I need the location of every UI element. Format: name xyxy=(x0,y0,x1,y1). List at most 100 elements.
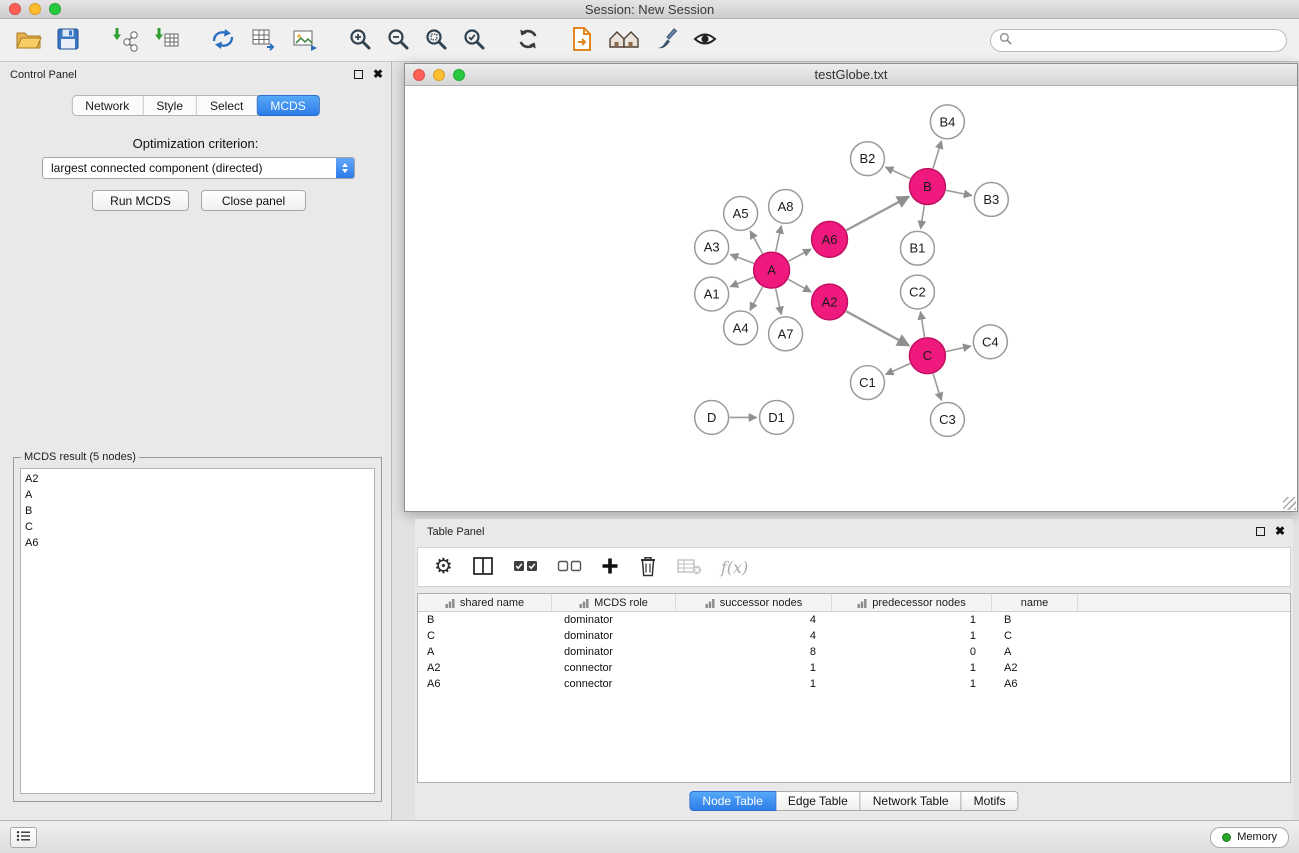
network-zoom-button[interactable] xyxy=(453,69,465,81)
network-node-A6[interactable]: A6 xyxy=(812,221,848,257)
network-edge-A-A5[interactable] xyxy=(750,231,762,254)
close-panel-icon[interactable]: ✖ xyxy=(373,69,383,79)
tab-node-table[interactable]: Node Table xyxy=(689,791,776,811)
table-cell[interactable]: A2 xyxy=(992,662,1078,674)
tab-select[interactable]: Select xyxy=(197,96,257,115)
memory-button[interactable]: Memory xyxy=(1210,827,1289,848)
table-cell[interactable]: A xyxy=(418,646,552,658)
zoom-selected-button[interactable] xyxy=(459,26,489,55)
network-node-C3[interactable]: C3 xyxy=(930,403,964,437)
task-history-button[interactable] xyxy=(10,827,37,848)
float-panel-icon[interactable] xyxy=(354,70,363,79)
network-node-B[interactable]: B xyxy=(909,169,945,205)
optimization-criterion-select[interactable]: largest connected component (directed) xyxy=(42,157,355,179)
table-row[interactable]: Adominator80A xyxy=(418,644,1290,660)
table-cell[interactable]: B xyxy=(418,614,552,626)
network-node-A7[interactable]: A7 xyxy=(769,317,803,351)
network-node-B3[interactable]: B3 xyxy=(974,183,1008,217)
table-row[interactable]: A2connector11A2 xyxy=(418,660,1290,676)
network-edge-A6-B[interactable] xyxy=(846,196,909,230)
table-cell[interactable]: 4 xyxy=(676,614,832,626)
table-cell[interactable]: 1 xyxy=(832,630,992,642)
close-window-button[interactable] xyxy=(9,3,21,15)
network-close-button[interactable] xyxy=(413,69,425,81)
network-edge-A-A4[interactable] xyxy=(750,287,763,310)
column-chooser-button[interactable] xyxy=(472,556,494,579)
network-node-A8[interactable]: A8 xyxy=(769,190,803,224)
column-header-shared-name[interactable]: shared name xyxy=(418,594,552,611)
table-cell[interactable]: B xyxy=(992,614,1078,626)
import-table-button[interactable] xyxy=(149,25,183,56)
function-builder-button[interactable]: f(x) xyxy=(721,558,748,577)
table-cell[interactable]: C xyxy=(418,630,552,642)
network-edge-A-A3[interactable] xyxy=(730,254,754,263)
table-cell[interactable]: A6 xyxy=(418,678,552,690)
network-edge-B-B4[interactable] xyxy=(933,141,941,169)
column-header-successor-nodes[interactable]: successor nodes xyxy=(676,594,832,611)
network-edge-A-A6[interactable] xyxy=(788,249,811,261)
network-node-C4[interactable]: C4 xyxy=(973,325,1007,359)
refresh-button[interactable] xyxy=(513,26,543,55)
network-node-C2[interactable]: C2 xyxy=(900,275,934,309)
tab-mcds[interactable]: MCDS xyxy=(256,95,319,116)
zoom-fit-button[interactable] xyxy=(421,26,451,55)
network-node-B2[interactable]: B2 xyxy=(851,142,885,176)
network-edge-B-B1[interactable] xyxy=(921,205,925,228)
export-table-button[interactable] xyxy=(247,26,280,55)
mcds-result-item[interactable]: C xyxy=(25,519,370,535)
table-cell[interactable]: connector xyxy=(552,678,676,690)
minimize-window-button[interactable] xyxy=(29,3,41,15)
table-cell[interactable]: 1 xyxy=(676,678,832,690)
table-cell[interactable]: 1 xyxy=(832,614,992,626)
tab-motifs[interactable]: Motifs xyxy=(962,791,1019,811)
search-input[interactable] xyxy=(1017,33,1278,47)
network-node-D[interactable]: D xyxy=(695,401,729,435)
style-brush-button[interactable] xyxy=(651,26,681,55)
delete-table-button[interactable] xyxy=(677,557,702,578)
table-cell[interactable]: 8 xyxy=(676,646,832,658)
tab-edge-table[interactable]: Edge Table xyxy=(776,791,861,811)
network-edge-A-A1[interactable] xyxy=(730,277,754,286)
network-edge-C-C1[interactable] xyxy=(886,363,910,374)
network-edge-B-B2[interactable] xyxy=(886,167,911,178)
create-column-button[interactable] xyxy=(601,557,619,578)
network-node-C1[interactable]: C1 xyxy=(851,366,885,400)
network-node-A2[interactable]: A2 xyxy=(812,284,848,320)
select-all-button[interactable] xyxy=(513,559,538,576)
table-cell[interactable]: 0 xyxy=(832,646,992,658)
network-node-A[interactable]: A xyxy=(754,252,790,288)
zoom-in-button[interactable] xyxy=(345,26,375,55)
close-panel-button[interactable]: Close panel xyxy=(201,190,306,211)
delete-column-button[interactable] xyxy=(638,555,658,580)
import-network-button[interactable] xyxy=(107,25,141,56)
run-mcds-button[interactable]: Run MCDS xyxy=(92,190,189,211)
table-cell[interactable]: A2 xyxy=(418,662,552,674)
network-edge-A-A8[interactable] xyxy=(776,226,782,252)
network-edge-B-B3[interactable] xyxy=(946,190,972,195)
network-edge-A-A2[interactable] xyxy=(788,279,811,292)
network-canvas[interactable]: B4B2BB3A5A8A6A3B1AC2A1A2A4A7C4CC1DD1C3 xyxy=(405,87,1297,511)
table-cell[interactable]: 1 xyxy=(832,678,992,690)
table-cell[interactable]: dominator xyxy=(552,630,676,642)
network-edge-C-C3[interactable] xyxy=(933,374,941,401)
column-header-mcds-role[interactable]: MCDS role xyxy=(552,594,676,611)
table-cell[interactable]: A xyxy=(992,646,1078,658)
table-row[interactable]: Bdominator41B xyxy=(418,612,1290,628)
column-header-name[interactable]: name xyxy=(992,594,1078,611)
table-float-panel-icon[interactable] xyxy=(1256,527,1265,536)
mcds-result-item[interactable]: A xyxy=(25,487,370,503)
table-cell[interactable]: 1 xyxy=(676,662,832,674)
tab-style[interactable]: Style xyxy=(143,96,197,115)
table-close-panel-icon[interactable]: ✖ xyxy=(1275,526,1285,536)
table-row[interactable]: Cdominator41C xyxy=(418,628,1290,644)
table-settings-button[interactable]: ⚙ xyxy=(434,557,453,577)
export-network-button[interactable] xyxy=(207,26,239,55)
mcds-result-list[interactable]: A2ABCA6 xyxy=(20,468,375,794)
network-node-A3[interactable]: A3 xyxy=(695,230,729,264)
table-cell[interactable]: C xyxy=(992,630,1078,642)
network-node-C[interactable]: C xyxy=(909,338,945,374)
table-cell[interactable]: dominator xyxy=(552,646,676,658)
network-edge-A2-C[interactable] xyxy=(846,311,909,346)
column-header-predecessor-nodes[interactable]: predecessor nodes xyxy=(832,594,992,611)
network-node-A5[interactable]: A5 xyxy=(724,196,758,230)
